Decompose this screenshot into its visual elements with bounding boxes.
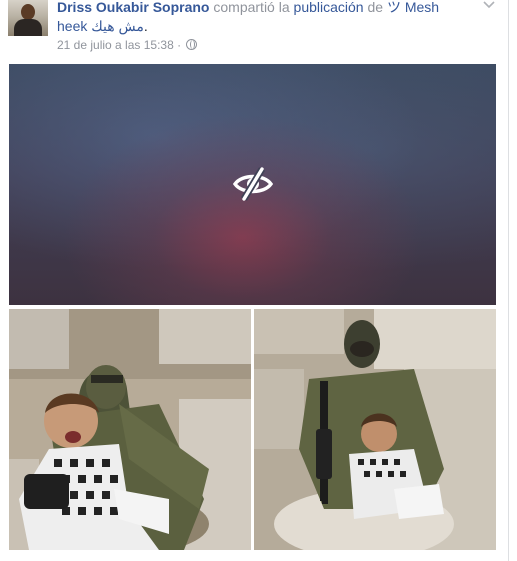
preposition-text: de xyxy=(367,0,384,15)
avatar-body-shape xyxy=(14,19,42,36)
author-name-link[interactable]: Driss Oukabir Soprano xyxy=(57,0,209,15)
meta-separator: · xyxy=(177,38,182,52)
share-action-text: compartió la xyxy=(213,0,290,15)
hidden-media-preview[interactable] xyxy=(9,64,496,305)
post-timestamp-link[interactable]: 21 de julio a las 15:38 xyxy=(57,38,174,52)
feed-column-border xyxy=(508,0,509,561)
avatar-head-shape xyxy=(21,4,35,20)
post-photo-left[interactable] xyxy=(9,309,251,550)
post-meta: 21 de julio a las 15:38 · xyxy=(57,38,198,52)
chevron-down-icon[interactable] xyxy=(482,0,496,10)
post-header-text: Driss Oukabir Soprano compartió la publi… xyxy=(57,0,477,36)
globe-icon[interactable] xyxy=(186,39,198,50)
page-name-arabic: مش هيك xyxy=(91,18,144,34)
author-avatar[interactable] xyxy=(8,0,48,36)
photo-left-illustration xyxy=(9,309,251,550)
shared-post-link[interactable]: publicación xyxy=(294,0,364,15)
page-name-prefix: ツ Mesh xyxy=(386,0,440,15)
post-photo-right[interactable] xyxy=(254,309,496,550)
header-period: . xyxy=(143,18,148,34)
photo-right-illustration xyxy=(254,309,496,550)
page-name-line2: heek xyxy=(57,18,88,34)
eye-slash-icon[interactable] xyxy=(233,166,273,202)
